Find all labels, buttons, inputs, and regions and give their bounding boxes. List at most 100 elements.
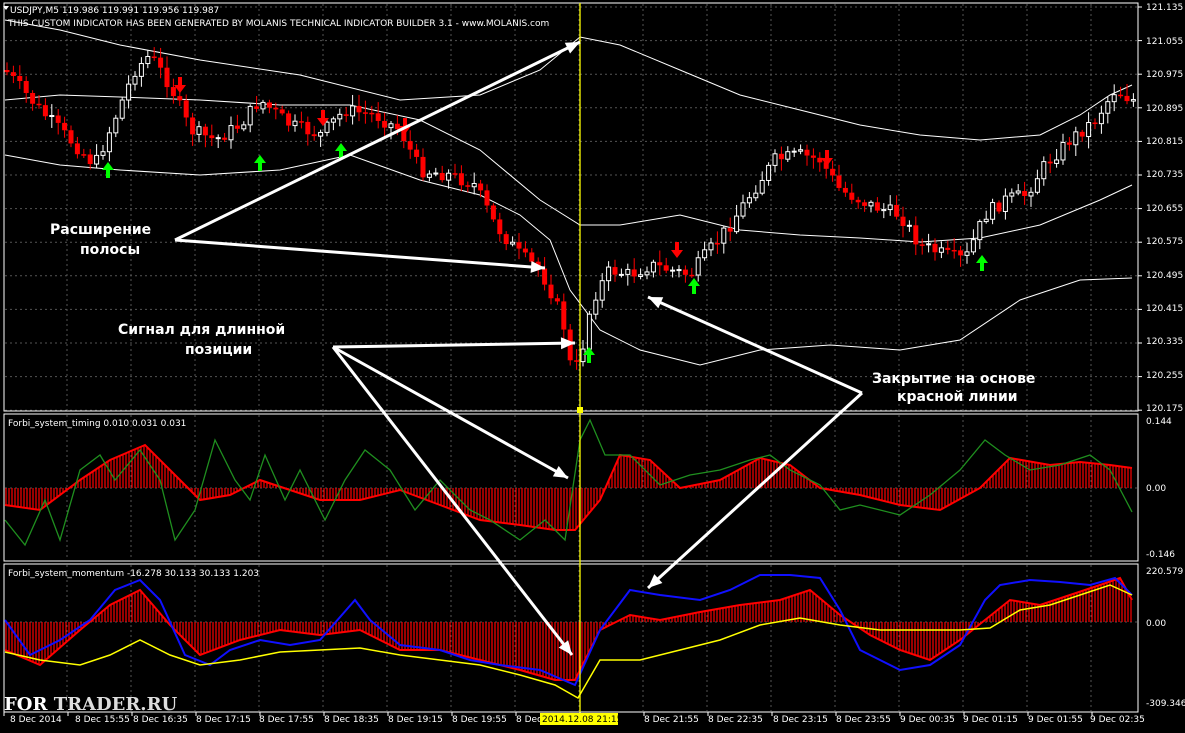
candle-body xyxy=(228,125,234,141)
price-tick: 120.575 xyxy=(1146,237,1183,247)
candle-body xyxy=(388,123,394,129)
annotation-close-red-line2: красной линии xyxy=(897,389,1018,405)
candle-body xyxy=(734,215,740,233)
candle-body xyxy=(4,70,10,73)
candle-body xyxy=(881,209,887,212)
candle-body xyxy=(1054,159,1060,164)
time-tick: 9 Dec 01:15 xyxy=(963,715,1018,725)
candle-body xyxy=(644,271,650,276)
price-tick: 120.175 xyxy=(1146,404,1183,414)
candle-body xyxy=(1105,101,1111,114)
candle-body xyxy=(650,261,656,273)
time-axis-labels: 8 Dec 2014 8 Dec 15:55 8 Dec 16:35 8 Dec… xyxy=(10,713,1145,725)
price-tick: 120.895 xyxy=(1146,104,1183,114)
candle-body xyxy=(375,113,381,121)
candle-body xyxy=(689,274,695,277)
candle-body xyxy=(887,204,893,211)
candle-body xyxy=(164,67,170,88)
time-tick: 8 Dec 2014 xyxy=(10,715,62,725)
candle-body xyxy=(958,250,964,256)
candle-body xyxy=(855,199,861,203)
candle-body xyxy=(996,202,1002,212)
candle-body xyxy=(561,301,567,330)
candle-body xyxy=(49,115,55,118)
annotation-band-widening-line1: Расширение xyxy=(50,222,151,238)
candle-body xyxy=(529,252,535,262)
candle-body xyxy=(298,121,304,123)
candle-body xyxy=(465,185,471,187)
candle-body xyxy=(170,87,176,97)
candle-body xyxy=(631,269,637,277)
candle-body xyxy=(1066,142,1072,145)
time-tick: 9 Dec 00:35 xyxy=(900,715,955,725)
candle-body xyxy=(753,192,759,199)
time-tick: 9 Dec 02:35 xyxy=(1090,715,1145,725)
chart-window[interactable]: USDJPY,M5 119.986 119.991 119.956 119.98… xyxy=(0,0,1185,729)
candle-body xyxy=(36,103,42,106)
candle-body xyxy=(177,96,183,101)
candle-body xyxy=(945,247,951,250)
candle-body xyxy=(919,244,925,246)
momentum-tick: 0.00 xyxy=(1146,619,1166,629)
candle-body xyxy=(1047,161,1053,164)
candle-body xyxy=(234,125,240,129)
candle-body xyxy=(580,348,586,363)
price-tick: 120.335 xyxy=(1146,337,1183,347)
price-tick: 120.255 xyxy=(1146,371,1183,381)
candle-body xyxy=(938,247,944,253)
time-tick: 8 Dec 19:15 xyxy=(388,715,443,725)
price-tick: 120.655 xyxy=(1146,204,1183,214)
time-tick: 8 Dec 16:35 xyxy=(133,715,188,725)
candle-body xyxy=(1130,99,1136,102)
candle-body xyxy=(273,107,279,110)
candle-body xyxy=(785,151,791,160)
candle-body xyxy=(586,313,592,350)
candle-body xyxy=(721,227,727,244)
cursor-handle[interactable] xyxy=(577,407,583,413)
time-tick: 9 Dec 01:55 xyxy=(1028,715,1083,725)
candle-body xyxy=(126,83,132,101)
timing-tick: 0.144 xyxy=(1146,417,1172,427)
candle-body xyxy=(1118,94,1124,97)
annotation-close-red-line1: Закрытие на основе xyxy=(872,371,1035,387)
candle-body xyxy=(1028,191,1034,197)
candle-body xyxy=(119,99,125,119)
candle-body xyxy=(209,135,215,139)
candle-body xyxy=(554,298,560,302)
watermark-logo: FOR TRADER.RU xyxy=(4,694,177,715)
candle-body xyxy=(74,143,80,155)
annotation-long-signal-line1: Сигнал для длинной xyxy=(118,322,285,338)
candle-body xyxy=(318,131,324,137)
candle-body xyxy=(746,197,752,204)
candle-body xyxy=(113,117,119,134)
candle-body xyxy=(439,173,445,181)
time-tick: 8 Dec 17:55 xyxy=(259,715,314,725)
time-tick: 8 Dec 15:55 xyxy=(75,715,130,725)
price-tick: 121.055 xyxy=(1146,37,1183,47)
candle-body xyxy=(727,228,733,232)
candle-body xyxy=(606,266,612,282)
candle-body xyxy=(926,243,932,246)
chart-canvas[interactable]: USDJPY,M5 119.986 119.991 119.956 119.98… xyxy=(0,0,1185,729)
candle-body xyxy=(292,120,298,127)
candle-body xyxy=(350,105,356,117)
candle-body xyxy=(1124,95,1130,102)
candle-body xyxy=(42,105,48,117)
candle-body xyxy=(906,224,912,227)
price-tick: 120.815 xyxy=(1146,137,1183,147)
watermark-part2: TRADER.RU xyxy=(53,694,178,715)
candle-body xyxy=(490,205,496,220)
momentum-tick: -309.346 xyxy=(1146,699,1185,709)
candle-body xyxy=(964,251,970,256)
price-tick: 120.735 xyxy=(1146,170,1183,180)
candle-body xyxy=(1009,192,1015,197)
candle-body xyxy=(542,268,548,285)
momentum-title: Forbi_system_momentum -16.278 30.133 30.… xyxy=(8,569,259,579)
candle-body xyxy=(836,175,842,188)
candle-body xyxy=(452,173,458,175)
candle-body xyxy=(625,268,631,275)
candle-body xyxy=(311,134,317,137)
candle-body xyxy=(158,57,164,68)
candle-body xyxy=(970,239,976,253)
candle-body xyxy=(471,183,477,188)
